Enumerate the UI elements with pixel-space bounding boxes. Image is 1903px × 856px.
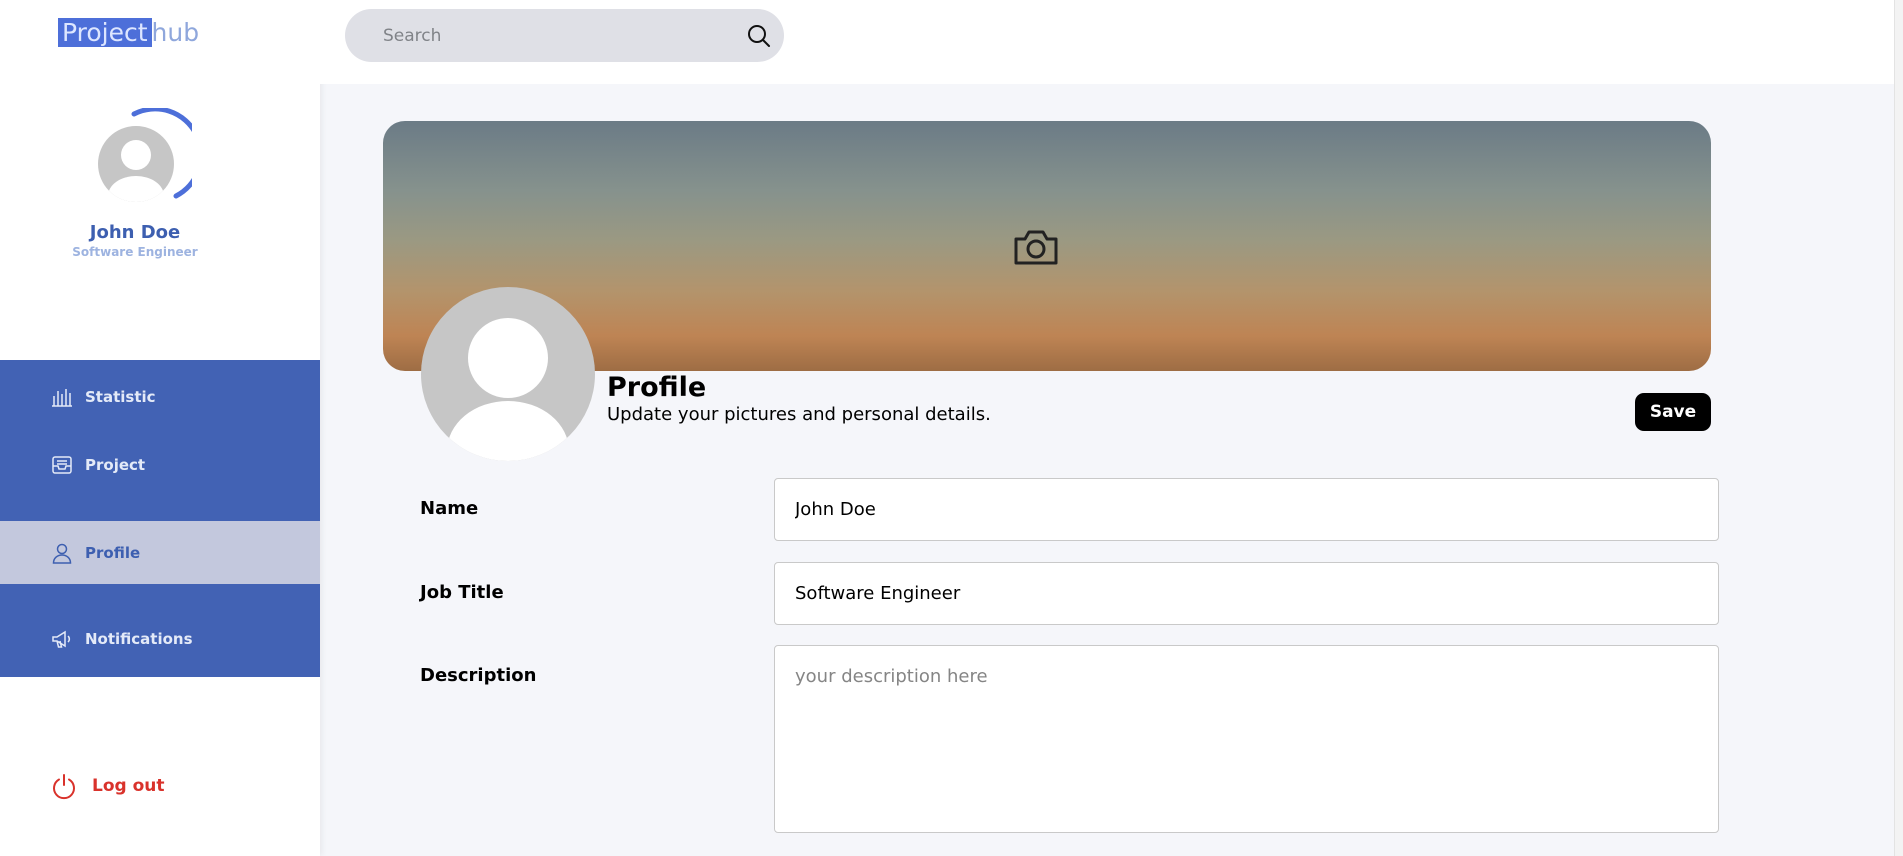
name-label: Name <box>420 498 479 519</box>
sidebar: Project hub John Doe Software Engineer St… <box>0 0 320 856</box>
sidebar-avatar[interactable] <box>92 108 192 208</box>
save-button[interactable]: Save <box>1635 393 1711 431</box>
megaphone-icon <box>52 630 71 648</box>
user-icon <box>52 543 72 564</box>
page-scrollbar[interactable] <box>1894 0 1903 856</box>
search-input[interactable] <box>383 25 713 46</box>
profile-avatar[interactable] <box>421 287 595 461</box>
sidebar-item-project[interactable]: Project <box>0 434 320 496</box>
search-bar <box>345 9 784 62</box>
logout-button[interactable]: Log out <box>50 772 165 800</box>
sidebar-item-label: Notifications <box>85 630 193 648</box>
job-title-field[interactable] <box>774 562 1719 625</box>
description-label: Description <box>420 665 537 686</box>
user-name: John Doe <box>89 222 181 243</box>
sidebar-item-notifications[interactable]: Notifications <box>0 608 320 670</box>
inbox-icon <box>52 456 72 474</box>
logo[interactable]: Project hub <box>58 15 199 51</box>
page-subtitle: Update your pictures and personal detail… <box>607 404 991 425</box>
bar-chart-icon <box>52 389 72 407</box>
camera-icon[interactable] <box>1012 227 1060 267</box>
search-icon[interactable] <box>746 23 772 49</box>
logo-text-project: Project <box>58 18 152 47</box>
sidebar-item-label: Project <box>85 456 146 474</box>
page-title: Profile <box>607 372 707 403</box>
power-icon <box>53 774 75 800</box>
avatar <box>98 126 174 202</box>
description-field[interactable] <box>774 645 1719 833</box>
user-title: Software Engineer <box>72 245 198 259</box>
name-field[interactable] <box>774 478 1719 541</box>
sidebar-item-label: Statistic <box>85 388 156 406</box>
top-bar <box>320 0 1903 84</box>
sidebar-item-profile[interactable]: Profile <box>0 521 320 584</box>
logo-text-hub: hub <box>151 18 200 47</box>
job-title-label: Job Title <box>420 582 504 603</box>
logout-label: Log out <box>92 776 165 796</box>
sidebar-item-statistic[interactable]: Statistic <box>0 366 320 428</box>
sidebar-item-label: Profile <box>85 543 141 562</box>
